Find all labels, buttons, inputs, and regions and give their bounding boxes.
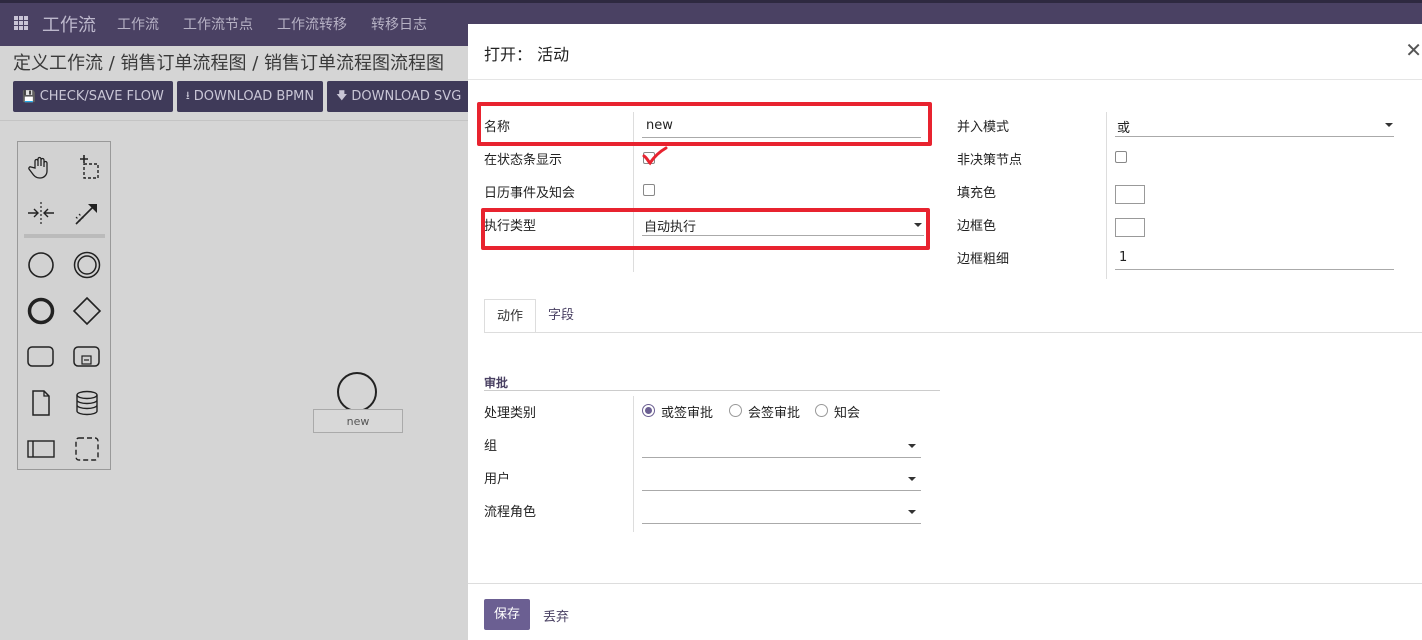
node-label[interactable]: new: [313, 409, 403, 433]
join-mode-select[interactable]: 或: [1115, 115, 1394, 137]
chevron-down-icon: [908, 477, 916, 481]
hand-tool-icon[interactable]: [24, 150, 58, 184]
subprocess-icon[interactable]: [70, 340, 104, 374]
app-brand[interactable]: 工作流: [42, 11, 96, 37]
group-icon[interactable]: [70, 432, 104, 466]
dialog-header: 打开： 活动 ✕: [468, 24, 1422, 80]
toolbar-divider: [0, 120, 470, 121]
check-save-flow-button[interactable]: 💾 CHECK/SAVE FLOW: [13, 81, 173, 112]
start-event-icon[interactable]: [24, 248, 58, 282]
radio-co-sign-label[interactable]: 会签审批: [748, 402, 800, 421]
chevron-down-icon: [1385, 123, 1393, 127]
border-color-picker[interactable]: [1115, 218, 1145, 237]
main-nav: 工作流 工作流节点 工作流转移 转移日志: [117, 14, 451, 34]
non-decision-checkbox[interactable]: [1115, 151, 1127, 163]
border-width-label: 边框粗细: [957, 252, 1010, 267]
radio-notify[interactable]: [815, 404, 828, 417]
approval-section-title: 审批: [484, 376, 509, 390]
data-object-icon[interactable]: [24, 386, 58, 420]
user-label: 用户: [484, 472, 511, 487]
fill-color-label: 填充色: [957, 186, 997, 201]
intermediate-event-icon[interactable]: [70, 248, 104, 282]
calendar-notify-checkbox[interactable]: [643, 184, 655, 196]
join-mode-label: 并入模式: [957, 120, 1010, 135]
radio-co-sign[interactable]: [729, 404, 742, 417]
approval-form-divider: [633, 396, 634, 532]
tab-actions[interactable]: 动作: [484, 299, 537, 333]
border-color-label: 边框色: [957, 219, 997, 234]
download-icon: ⭳: [185, 89, 190, 102]
flow-toolbar: 💾 CHECK/SAVE FLOW ⭳ DOWNLOAD BPMN 🡇 DOWN…: [13, 81, 471, 112]
end-event-icon[interactable]: [24, 294, 58, 328]
fill-color-picker[interactable]: [1115, 185, 1145, 204]
chevron-down-icon: [908, 510, 916, 514]
non-decision-label: 非决策节点: [957, 153, 1023, 168]
save-icon: 💾: [22, 90, 36, 103]
role-select[interactable]: [642, 501, 921, 524]
annotation-box-name: [477, 102, 932, 146]
activity-dialog: 打开： 活动 ✕ 名称 new 在状态条显示 日历事件及知会 执行类型 自动执行…: [468, 24, 1422, 640]
chevron-down-icon: [908, 444, 916, 448]
calendar-notify-label: 日历事件及知会: [484, 186, 576, 201]
space-tool-icon[interactable]: [24, 196, 58, 230]
lasso-tool-icon[interactable]: [70, 150, 104, 184]
show-in-statusbar-label: 在状态条显示: [484, 153, 563, 168]
discard-button[interactable]: 丢弃: [543, 606, 569, 625]
gateway-icon[interactable]: [70, 294, 104, 328]
apps-grid-icon[interactable]: [14, 16, 28, 30]
dialog-tabs: 动作 字段: [484, 299, 586, 333]
download-svg-button[interactable]: 🡇 DOWNLOAD SVG: [327, 81, 471, 112]
nav-item-workflow-node[interactable]: 工作流节点: [183, 14, 253, 34]
approval-section-divider: [484, 390, 940, 391]
border-width-input[interactable]: 1: [1115, 248, 1394, 270]
checkmark-icon: [642, 146, 668, 166]
radio-notify-label[interactable]: 知会: [834, 402, 860, 421]
role-label: 流程角色: [484, 505, 537, 520]
group-select[interactable]: [642, 435, 921, 458]
nav-item-workflow-transition[interactable]: 工作流转移: [277, 14, 347, 34]
right-form-divider: [1106, 112, 1107, 279]
breadcrumb: 定义工作流 / 销售订单流程图 / 销售订单流程图流程图: [13, 53, 445, 74]
annotation-box-exec-type: [481, 208, 930, 250]
user-select[interactable]: [642, 468, 921, 491]
dialog-footer-divider: [468, 583, 1422, 584]
radio-or-sign[interactable]: [642, 404, 655, 417]
download-bpmn-button[interactable]: ⭳ DOWNLOAD BPMN: [176, 81, 324, 112]
nav-item-workflow[interactable]: 工作流: [117, 14, 159, 34]
nav-item-transition-log[interactable]: 转移日志: [371, 14, 427, 34]
group-label: 组: [484, 439, 498, 454]
data-store-icon[interactable]: [70, 386, 104, 420]
arrow-down-icon: 🡇: [336, 89, 348, 102]
global-connect-tool-icon[interactable]: [70, 196, 104, 230]
dialog-title: 打开： 活动: [484, 45, 570, 64]
save-button[interactable]: 保存: [484, 599, 530, 630]
palette-separator: [24, 234, 105, 238]
tab-underline: [484, 332, 1422, 333]
approval-type-label: 处理类别: [484, 406, 537, 421]
pool-icon[interactable]: [24, 432, 58, 466]
close-icon[interactable]: ✕: [1405, 38, 1422, 62]
tab-fields[interactable]: 字段: [536, 299, 586, 333]
task-icon[interactable]: [24, 340, 58, 374]
join-mode-value: 或: [1117, 121, 1131, 136]
start-event-node[interactable]: [337, 372, 377, 412]
bpmn-palette: [17, 141, 111, 470]
radio-or-sign-label[interactable]: 或签审批: [661, 402, 713, 421]
